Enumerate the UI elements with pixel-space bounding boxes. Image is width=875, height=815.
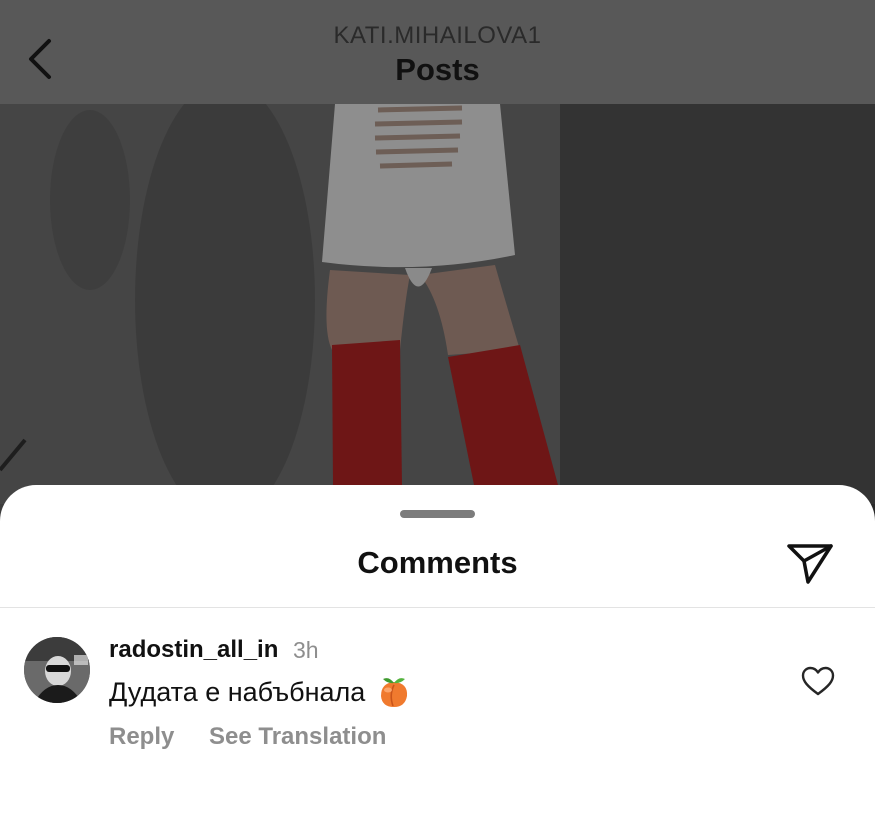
comments-sheet: Comments radostin_all_in 3h Дудата е наб… [0, 485, 875, 815]
profile-username: KATI.MIHAILOVA1 [333, 22, 542, 49]
header-divider [0, 607, 875, 608]
comment-body: Дудата е набъбнала [109, 676, 366, 707]
commenter-avatar[interactable] [24, 637, 90, 703]
comment-timestamp: 3h [293, 637, 319, 663]
page-title: Posts [395, 52, 480, 87]
top-nav-bar: KATI.MIHAILOVA1 Posts [0, 0, 875, 104]
share-button[interactable] [784, 540, 836, 588]
peach-emoji-icon [377, 675, 411, 709]
comment-username[interactable]: radostin_all_in [109, 636, 278, 664]
paper-plane-icon [787, 544, 833, 584]
see-translation-button[interactable]: See Translation [209, 723, 386, 751]
heart-outline-icon [801, 666, 835, 696]
comments-title: Comments [357, 545, 518, 580]
sheet-drag-handle[interactable] [400, 510, 475, 518]
like-comment-button[interactable] [798, 662, 838, 700]
avatar-image [24, 637, 90, 703]
reply-button[interactable]: Reply [109, 723, 174, 751]
comment-text: Дудата е набъбнала [109, 675, 411, 709]
